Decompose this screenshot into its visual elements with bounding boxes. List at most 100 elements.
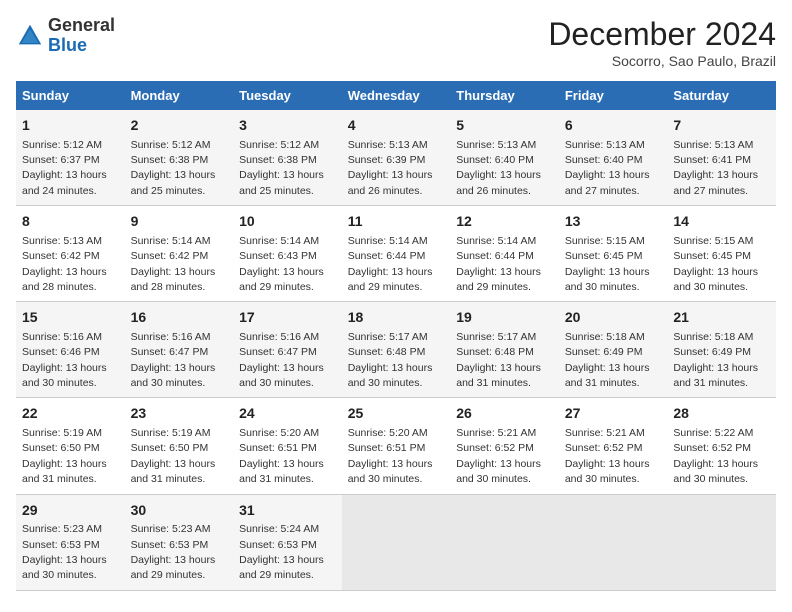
calendar-cell: 3 Sunrise: 5:12 AM Sunset: 6:38 PM Dayli…	[233, 110, 342, 206]
calendar-week-row: 22 Sunrise: 5:19 AM Sunset: 6:50 PM Dayl…	[16, 398, 776, 494]
daylight-label: Daylight: 13 hours and 29 minutes.	[239, 554, 324, 581]
day-number: 25	[348, 404, 445, 424]
weekday-header-row: SundayMondayTuesdayWednesdayThursdayFrid…	[16, 81, 776, 110]
calendar-cell: 24 Sunrise: 5:20 AM Sunset: 6:51 PM Dayl…	[233, 398, 342, 494]
daylight-label: Daylight: 13 hours and 30 minutes.	[239, 362, 324, 389]
calendar-cell	[342, 494, 451, 590]
day-number: 18	[348, 308, 445, 328]
sunset-info: Sunset: 6:53 PM	[131, 539, 209, 551]
sunset-info: Sunset: 6:39 PM	[348, 154, 426, 166]
day-number: 9	[131, 212, 228, 232]
daylight-label: Daylight: 13 hours and 30 minutes.	[565, 458, 650, 485]
daylight-label: Daylight: 13 hours and 31 minutes.	[22, 458, 107, 485]
daylight-label: Daylight: 13 hours and 28 minutes.	[22, 266, 107, 293]
sunset-info: Sunset: 6:42 PM	[131, 250, 209, 262]
sunrise-info: Sunrise: 5:13 AM	[348, 139, 428, 151]
sunset-info: Sunset: 6:52 PM	[565, 442, 643, 454]
sunset-info: Sunset: 6:52 PM	[673, 442, 751, 454]
sunset-info: Sunset: 6:38 PM	[239, 154, 317, 166]
sunrise-info: Sunrise: 5:14 AM	[131, 235, 211, 247]
calendar-cell: 4 Sunrise: 5:13 AM Sunset: 6:39 PM Dayli…	[342, 110, 451, 206]
sunrise-info: Sunrise: 5:14 AM	[348, 235, 428, 247]
daylight-label: Daylight: 13 hours and 28 minutes.	[131, 266, 216, 293]
daylight-label: Daylight: 13 hours and 29 minutes.	[348, 266, 433, 293]
sunset-info: Sunset: 6:41 PM	[673, 154, 751, 166]
sunrise-info: Sunrise: 5:14 AM	[239, 235, 319, 247]
day-number: 24	[239, 404, 336, 424]
calendar-cell: 21 Sunrise: 5:18 AM Sunset: 6:49 PM Dayl…	[667, 302, 776, 398]
sunset-info: Sunset: 6:50 PM	[131, 442, 209, 454]
daylight-label: Daylight: 13 hours and 30 minutes.	[131, 362, 216, 389]
sunrise-info: Sunrise: 5:16 AM	[131, 331, 211, 343]
sunset-info: Sunset: 6:53 PM	[239, 539, 317, 551]
sunrise-info: Sunrise: 5:21 AM	[565, 427, 645, 439]
sunset-info: Sunset: 6:47 PM	[239, 346, 317, 358]
calendar-cell: 16 Sunrise: 5:16 AM Sunset: 6:47 PM Dayl…	[125, 302, 234, 398]
daylight-label: Daylight: 13 hours and 30 minutes.	[673, 458, 758, 485]
daylight-label: Daylight: 13 hours and 26 minutes.	[456, 169, 541, 196]
sunset-info: Sunset: 6:42 PM	[22, 250, 100, 262]
sunset-info: Sunset: 6:51 PM	[348, 442, 426, 454]
calendar-cell	[667, 494, 776, 590]
daylight-label: Daylight: 13 hours and 26 minutes.	[348, 169, 433, 196]
sunrise-info: Sunrise: 5:13 AM	[456, 139, 536, 151]
day-number: 22	[22, 404, 119, 424]
sunrise-info: Sunrise: 5:15 AM	[565, 235, 645, 247]
sunrise-info: Sunrise: 5:13 AM	[565, 139, 645, 151]
sunrise-info: Sunrise: 5:21 AM	[456, 427, 536, 439]
sunrise-info: Sunrise: 5:20 AM	[348, 427, 428, 439]
sunset-info: Sunset: 6:49 PM	[673, 346, 751, 358]
calendar-table: SundayMondayTuesdayWednesdayThursdayFrid…	[16, 81, 776, 591]
daylight-label: Daylight: 13 hours and 30 minutes.	[565, 266, 650, 293]
calendar-cell	[450, 494, 559, 590]
sunset-info: Sunset: 6:45 PM	[565, 250, 643, 262]
weekday-header-saturday: Saturday	[667, 81, 776, 110]
day-number: 28	[673, 404, 770, 424]
sunrise-info: Sunrise: 5:12 AM	[239, 139, 319, 151]
daylight-label: Daylight: 13 hours and 30 minutes.	[22, 362, 107, 389]
daylight-label: Daylight: 13 hours and 30 minutes.	[22, 554, 107, 581]
location-text: Socorro, Sao Paulo, Brazil	[548, 53, 776, 69]
calendar-cell: 1 Sunrise: 5:12 AM Sunset: 6:37 PM Dayli…	[16, 110, 125, 206]
page-header: General Blue December 2024 Socorro, Sao …	[16, 16, 776, 69]
day-number: 11	[348, 212, 445, 232]
daylight-label: Daylight: 13 hours and 27 minutes.	[673, 169, 758, 196]
day-number: 17	[239, 308, 336, 328]
weekday-header-friday: Friday	[559, 81, 668, 110]
day-number: 10	[239, 212, 336, 232]
calendar-cell: 19 Sunrise: 5:17 AM Sunset: 6:48 PM Dayl…	[450, 302, 559, 398]
calendar-cell: 20 Sunrise: 5:18 AM Sunset: 6:49 PM Dayl…	[559, 302, 668, 398]
calendar-cell	[559, 494, 668, 590]
calendar-cell: 27 Sunrise: 5:21 AM Sunset: 6:52 PM Dayl…	[559, 398, 668, 494]
day-number: 6	[565, 116, 662, 136]
daylight-label: Daylight: 13 hours and 27 minutes.	[565, 169, 650, 196]
daylight-label: Daylight: 13 hours and 30 minutes.	[673, 266, 758, 293]
day-number: 13	[565, 212, 662, 232]
calendar-cell: 9 Sunrise: 5:14 AM Sunset: 6:42 PM Dayli…	[125, 206, 234, 302]
daylight-label: Daylight: 13 hours and 24 minutes.	[22, 169, 107, 196]
sunset-info: Sunset: 6:45 PM	[673, 250, 751, 262]
daylight-label: Daylight: 13 hours and 25 minutes.	[239, 169, 324, 196]
calendar-cell: 14 Sunrise: 5:15 AM Sunset: 6:45 PM Dayl…	[667, 206, 776, 302]
sunset-info: Sunset: 6:44 PM	[348, 250, 426, 262]
sunrise-info: Sunrise: 5:12 AM	[22, 139, 102, 151]
daylight-label: Daylight: 13 hours and 29 minutes.	[456, 266, 541, 293]
calendar-cell: 30 Sunrise: 5:23 AM Sunset: 6:53 PM Dayl…	[125, 494, 234, 590]
sunset-info: Sunset: 6:46 PM	[22, 346, 100, 358]
sunrise-info: Sunrise: 5:15 AM	[673, 235, 753, 247]
sunrise-info: Sunrise: 5:18 AM	[565, 331, 645, 343]
calendar-week-row: 8 Sunrise: 5:13 AM Sunset: 6:42 PM Dayli…	[16, 206, 776, 302]
calendar-cell: 31 Sunrise: 5:24 AM Sunset: 6:53 PM Dayl…	[233, 494, 342, 590]
calendar-week-row: 29 Sunrise: 5:23 AM Sunset: 6:53 PM Dayl…	[16, 494, 776, 590]
daylight-label: Daylight: 13 hours and 29 minutes.	[131, 554, 216, 581]
sunset-info: Sunset: 6:43 PM	[239, 250, 317, 262]
sunrise-info: Sunrise: 5:18 AM	[673, 331, 753, 343]
sunrise-info: Sunrise: 5:12 AM	[131, 139, 211, 151]
calendar-cell: 5 Sunrise: 5:13 AM Sunset: 6:40 PM Dayli…	[450, 110, 559, 206]
day-number: 30	[131, 501, 228, 521]
sunrise-info: Sunrise: 5:13 AM	[22, 235, 102, 247]
sunrise-info: Sunrise: 5:24 AM	[239, 523, 319, 535]
day-number: 31	[239, 501, 336, 521]
daylight-label: Daylight: 13 hours and 31 minutes.	[131, 458, 216, 485]
weekday-header-thursday: Thursday	[450, 81, 559, 110]
